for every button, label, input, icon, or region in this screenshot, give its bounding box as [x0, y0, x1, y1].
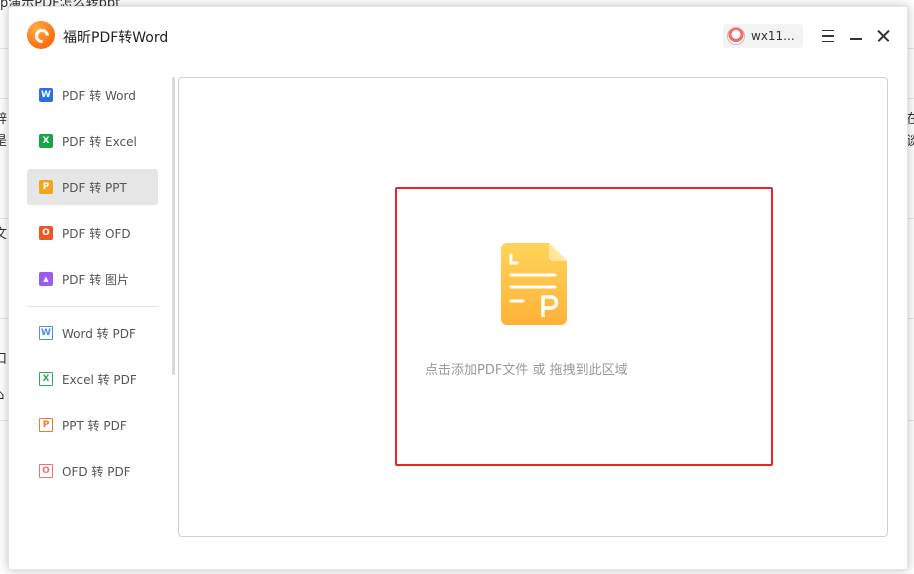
sidebar-item-word-to-pdf[interactable]: W Word 转 PDF [27, 315, 158, 351]
sidebar-item-ppt-to-pdf[interactable]: P PPT 转 PDF [27, 407, 158, 443]
ppt-icon: P [39, 180, 53, 194]
sidebar-item-excel-to-pdf[interactable]: X Excel 转 PDF [27, 361, 158, 397]
sidebar-item-pdf-to-excel[interactable]: X PDF 转 Excel [27, 123, 158, 159]
sidebar-item-label: PPT 转 PDF [62, 418, 127, 433]
app-title: 福昕PDF转Word [63, 30, 169, 46]
title-bar: 福昕PDF转Word wx11... [9, 7, 907, 65]
sidebar-divider [27, 306, 158, 307]
ppt-doc-icon: P [39, 418, 53, 432]
word-icon: W [39, 88, 53, 102]
sidebar-item-pdf-to-ofd[interactable]: O PDF 转 OFD [27, 215, 158, 251]
foxit-logo-icon [27, 21, 55, 49]
background-text: 是 [0, 134, 8, 149]
sidebar-item-ofd-to-pdf[interactable]: O OFD 转 PDF [27, 453, 158, 489]
sidebar-item-label: PDF 转 Excel [62, 134, 137, 149]
sidebar-item-label: PDF 转 PPT [62, 180, 127, 195]
hamburger-menu-icon[interactable] [819, 27, 837, 45]
background-text: 口 [0, 352, 8, 367]
background-text: 文 [0, 227, 8, 242]
sidebar-item-label: OFD 转 PDF [62, 464, 131, 479]
drop-zone[interactable]: 点击添加PDF文件 或 拖拽到此区域 [395, 187, 773, 466]
ofd-icon: O [39, 226, 53, 240]
sidebar-item-pdf-to-word[interactable]: W PDF 转 Word [27, 77, 158, 113]
image-icon: ▲ [39, 272, 53, 286]
background-text: ⌂ [0, 388, 5, 403]
sidebar-item-label: Excel 转 PDF [62, 372, 137, 387]
minimize-icon[interactable] [847, 27, 865, 45]
background-text: 辞 [0, 112, 8, 127]
sidebar-item-label: PDF 转 OFD [62, 226, 131, 241]
file-drop-panel[interactable]: 点击添加PDF文件 或 拖拽到此区域 [178, 77, 888, 537]
word-doc-icon: W [39, 326, 53, 340]
sidebar-item-pdf-to-image[interactable]: ▲ PDF 转 图片 [27, 261, 158, 297]
sidebar-item-pdf-to-ppt[interactable]: P PDF 转 PPT [27, 169, 158, 205]
ofd-doc-icon: O [39, 464, 53, 478]
excel-icon: X [39, 134, 53, 148]
sidebar-item-label: Word 转 PDF [62, 326, 136, 341]
close-icon[interactable] [874, 27, 892, 45]
sidebar-scrollbar[interactable] [172, 77, 175, 375]
ppt-file-icon [501, 243, 567, 325]
user-avatar-icon [727, 27, 745, 45]
user-account-button[interactable]: wx11... [723, 24, 803, 48]
excel-doc-icon: X [39, 372, 53, 386]
sidebar-item-label: PDF 转 图片 [62, 272, 130, 287]
app-window: 福昕PDF转Word wx11... W PDF 转 Word X PDF 转 … [8, 6, 908, 570]
username: wx11... [751, 29, 795, 43]
sidebar-item-label: PDF 转 Word [62, 88, 136, 103]
drop-hint-text: 点击添加PDF文件 或 拖拽到此区域 [425, 363, 628, 378]
